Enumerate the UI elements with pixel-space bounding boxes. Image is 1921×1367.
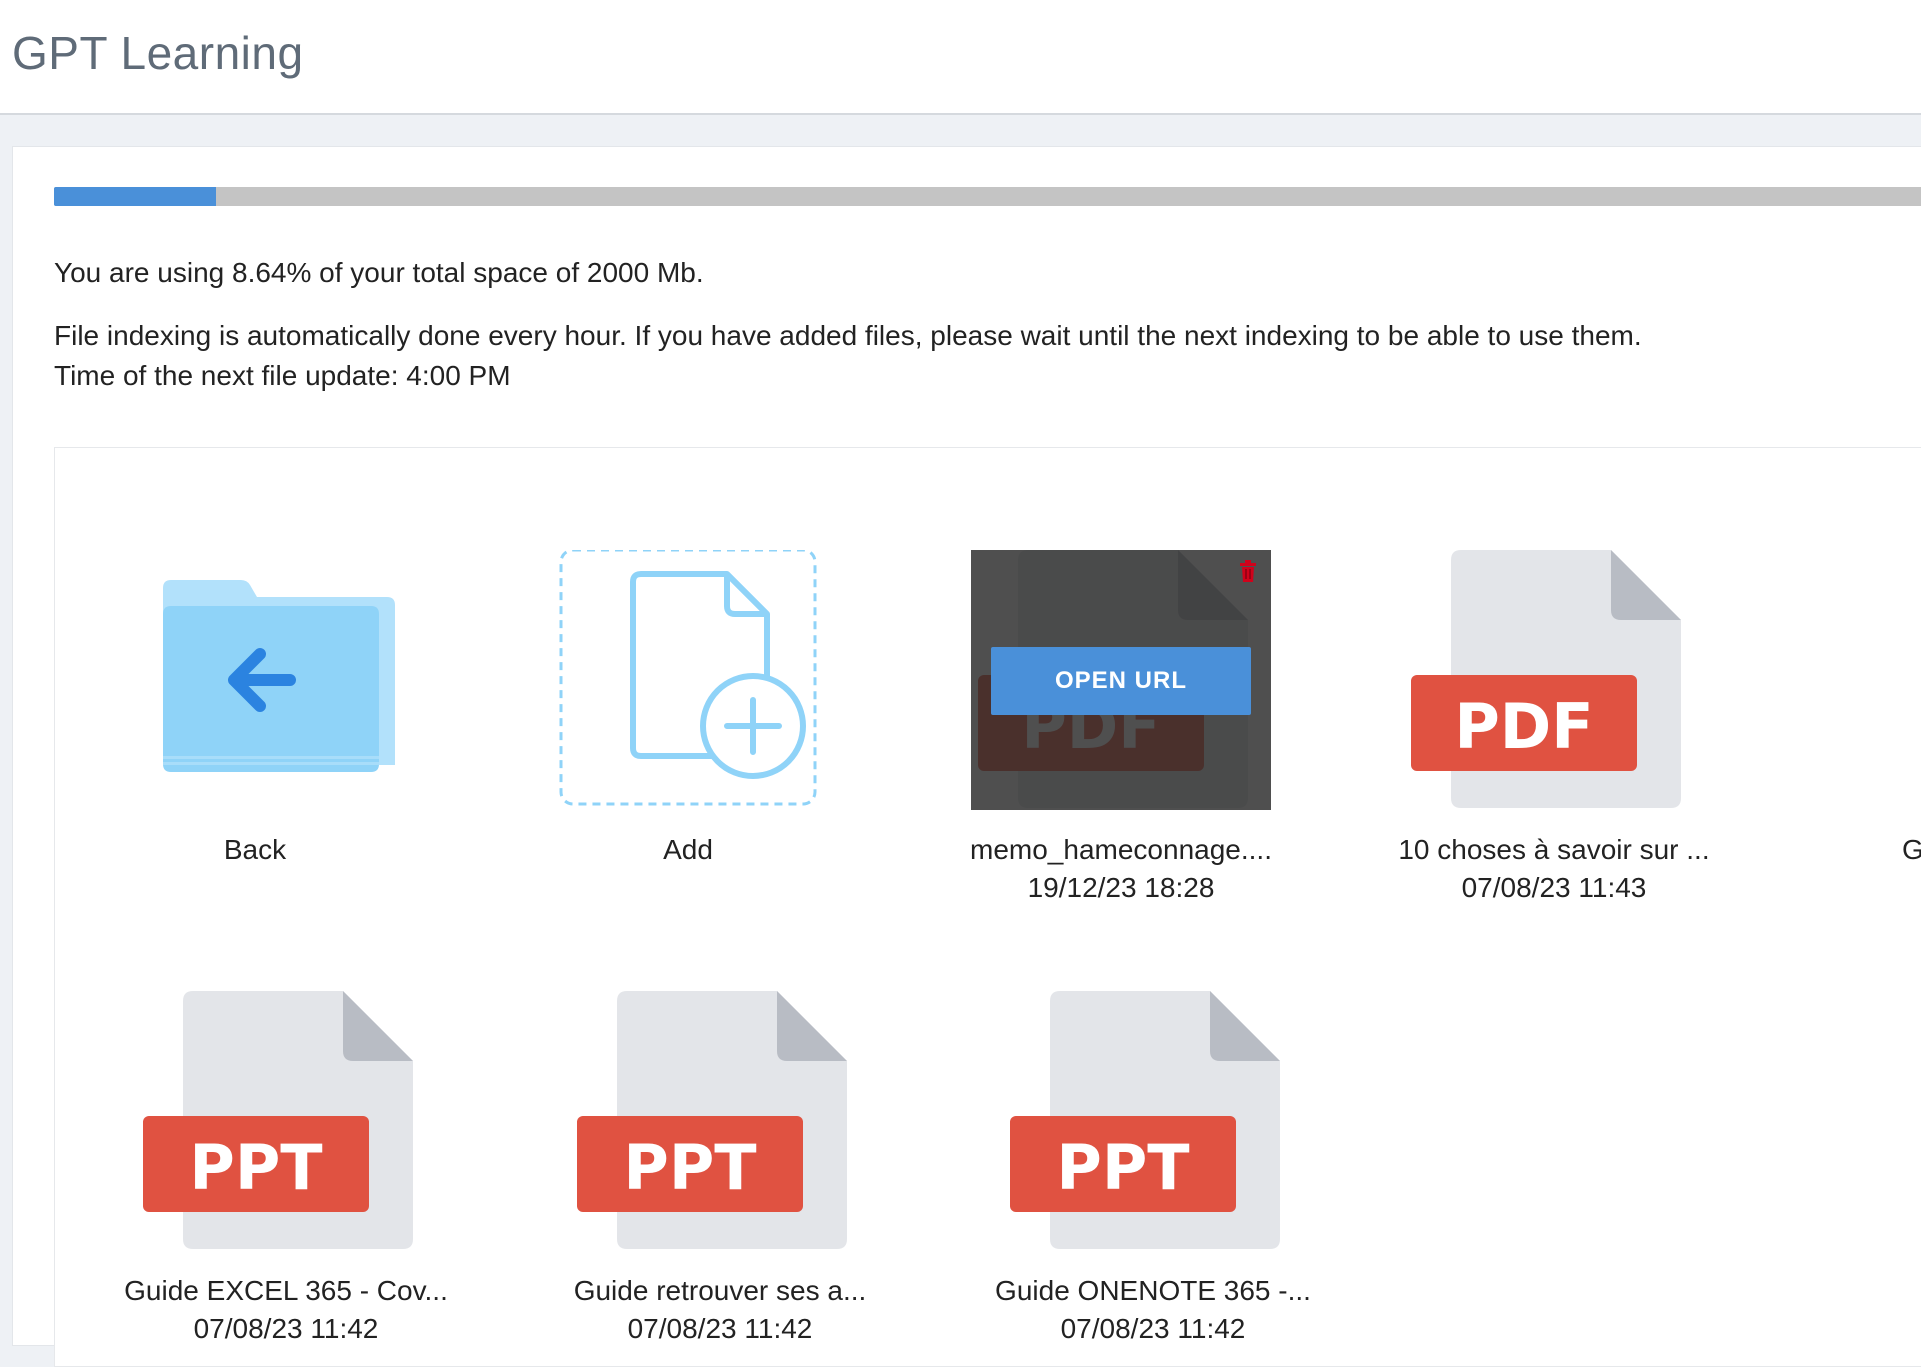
open-url-button[interactable]: OPEN URL bbox=[991, 647, 1251, 715]
back-label: Back bbox=[223, 834, 287, 865]
file-tile[interactable]: PPT Guide ONENOTE 365 -... 07/08/23 11:4… bbox=[988, 991, 1318, 1345]
file-date: 0 bbox=[1822, 872, 1921, 904]
file-tile[interactable]: PDF OPEN URL memo_hameconnage.... 19/12/… bbox=[956, 550, 1286, 904]
storage-panel: You are using 8.64% of your total space … bbox=[12, 146, 1921, 1367]
ppt-file-icon: PPT bbox=[988, 991, 1318, 1261]
add-label: Add bbox=[663, 834, 713, 865]
file-name: Guide bbox=[1902, 834, 1921, 865]
top-bar: GPT Learning bbox=[0, 0, 1921, 115]
file-date: 07/08/23 11:43 bbox=[1461, 872, 1647, 903]
file-date: 07/08/23 11:42 bbox=[627, 1313, 813, 1344]
svg-text:PPT: PPT bbox=[189, 1131, 322, 1204]
storage-progress-fill bbox=[54, 187, 217, 206]
file-date: 19/12/23 18:28 bbox=[1027, 872, 1215, 903]
svg-text:PPT: PPT bbox=[623, 1131, 756, 1204]
app-title: GPT Learning bbox=[12, 27, 304, 79]
file-tile[interactable]: PPT Guide retrouver ses a... 07/08/23 11… bbox=[555, 991, 885, 1345]
pdf-file-icon bbox=[1822, 550, 1921, 820]
next-update-text: Time of the next file update: 4:00 PM bbox=[54, 360, 511, 391]
pdf-file-icon: PDF bbox=[1389, 550, 1719, 820]
file-name: Guide ONENOTE 365 -... bbox=[995, 1275, 1311, 1306]
ppt-file-icon: PPT bbox=[555, 991, 885, 1261]
svg-text:PDF: PDF bbox=[1454, 690, 1593, 763]
file-tile[interactable]: PPT Guide EXCEL 365 - Cov... 07/08/23 11… bbox=[121, 991, 451, 1345]
file-name: memo_hameconnage.... bbox=[970, 834, 1272, 865]
back-folder-icon bbox=[90, 550, 420, 820]
ppt-file-icon: PPT bbox=[121, 991, 451, 1261]
add-file-icon bbox=[523, 548, 853, 820]
back-folder-tile[interactable]: Back bbox=[90, 550, 420, 866]
pdf-file-icon: PDF OPEN URL bbox=[956, 550, 1286, 820]
file-name: Guide EXCEL 365 - Cov... bbox=[124, 1275, 448, 1306]
file-hover-overlay: OPEN URL bbox=[971, 550, 1271, 810]
trash-icon[interactable] bbox=[1239, 560, 1257, 582]
storage-usage-text: You are using 8.64% of your total space … bbox=[54, 257, 704, 288]
file-date: 07/08/23 11:42 bbox=[193, 1313, 379, 1344]
file-name: 10 choses à savoir sur ... bbox=[1398, 834, 1710, 865]
file-name: Guide retrouver ses a... bbox=[573, 1275, 867, 1306]
file-date: 07/08/23 11:42 bbox=[1060, 1313, 1246, 1344]
file-browser: Back Add PDF bbox=[54, 447, 1921, 1367]
file-tile[interactable]: Guide 0 bbox=[1822, 550, 1921, 904]
indexing-info-text: File indexing is automatically done ever… bbox=[54, 320, 1642, 351]
add-file-tile[interactable]: Add bbox=[523, 548, 853, 866]
file-tile[interactable]: PDF 10 choses à savoir sur ... 07/08/23 … bbox=[1389, 550, 1719, 904]
storage-progress-bar bbox=[54, 187, 1921, 206]
svg-text:PPT: PPT bbox=[1056, 1131, 1189, 1204]
